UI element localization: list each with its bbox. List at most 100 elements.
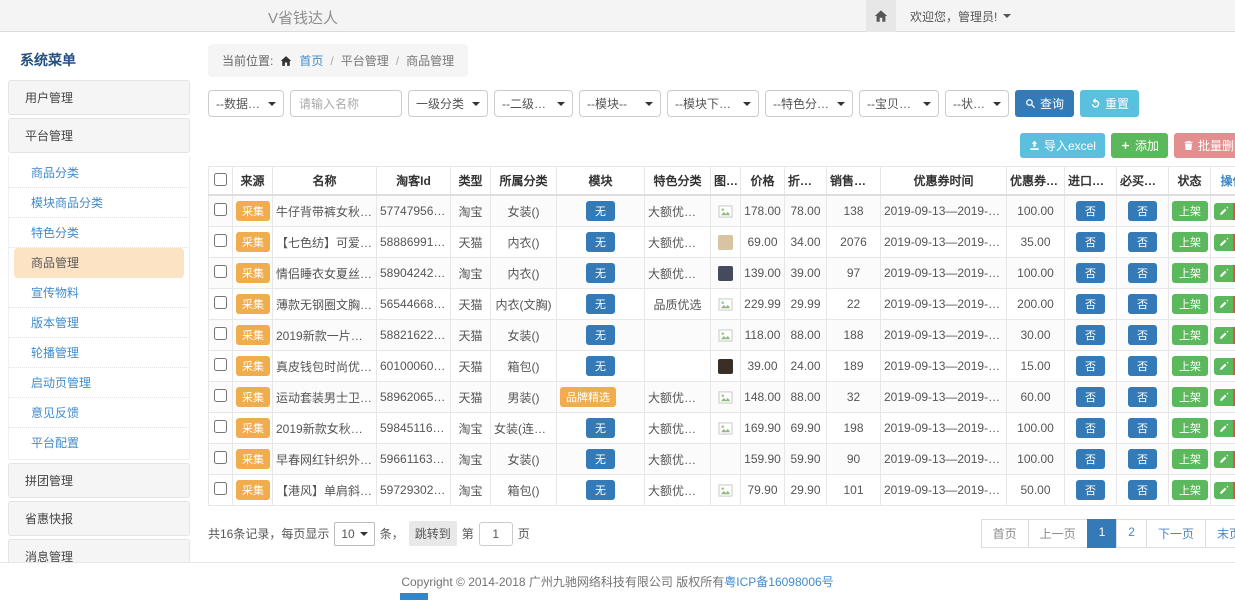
row-checkbox[interactable] — [214, 234, 227, 247]
edit-button[interactable] — [1214, 234, 1233, 251]
sidebar-subitem[interactable]: 意见反馈 — [9, 398, 189, 428]
user-menu[interactable]: 欢迎您，管理员! — [910, 8, 1011, 25]
filter-level1-select[interactable]: 一级分类 — [408, 90, 488, 117]
table-cell: 上架 — [1169, 227, 1211, 258]
filter-module-sub-select[interactable]: --模块下分类-- — [667, 90, 759, 117]
sidebar-subitem[interactable]: 启动页管理 — [9, 368, 189, 398]
import-excel-button[interactable]: 导入excel — [1020, 133, 1105, 158]
row-checkbox[interactable] — [214, 389, 227, 402]
must-buy-toggle[interactable]: 否 — [1128, 418, 1157, 438]
import-choice-toggle[interactable]: 否 — [1076, 418, 1105, 438]
batch-delete-button[interactable]: 批量删除 — [1174, 133, 1235, 158]
sidebar-subitem[interactable]: 商品管理 — [14, 248, 184, 278]
filter-item-type-select[interactable]: --宝贝类型-- — [859, 90, 939, 117]
module-cell: 无 — [557, 195, 645, 227]
must-buy-toggle[interactable]: 否 — [1128, 356, 1157, 376]
must-buy-toggle[interactable]: 否 — [1128, 480, 1157, 500]
page-button[interactable]: 下一页 — [1146, 519, 1206, 548]
reset-button[interactable]: 重置 — [1080, 90, 1139, 117]
sidebar-group-2[interactable]: 拼团管理 — [8, 463, 190, 498]
icp-link[interactable]: 粤ICP备16098006号 — [724, 573, 833, 590]
edit-button[interactable] — [1214, 482, 1233, 499]
edit-button[interactable] — [1214, 358, 1233, 375]
sidebar-subitem[interactable]: 商品分类 — [9, 158, 189, 188]
must-buy-toggle[interactable]: 否 — [1128, 294, 1157, 314]
must-buy-toggle[interactable]: 否 — [1128, 325, 1157, 345]
import-choice-toggle[interactable]: 否 — [1076, 480, 1105, 500]
status-toggle[interactable]: 上架 — [1172, 449, 1208, 469]
page-button[interactable]: 末页 — [1205, 519, 1235, 548]
must-buy-toggle[interactable]: 否 — [1128, 232, 1157, 252]
jump-to-button[interactable]: 跳转到 — [409, 521, 457, 546]
page-button[interactable]: 1 — [1087, 519, 1118, 548]
caret-down-icon — [645, 102, 653, 106]
import-choice-toggle[interactable]: 否 — [1076, 387, 1105, 407]
add-button[interactable]: 添加 — [1111, 133, 1168, 158]
edit-button[interactable] — [1214, 451, 1233, 468]
must-buy-toggle[interactable]: 否 — [1128, 263, 1157, 283]
select-all-checkbox[interactable] — [214, 173, 227, 186]
sidebar-group-1[interactable]: 平台管理 — [8, 118, 190, 153]
page-button[interactable]: 首页 — [981, 519, 1029, 548]
sidebar-group-3[interactable]: 省惠快报 — [8, 501, 190, 536]
import-choice-toggle[interactable]: 否 — [1076, 356, 1105, 376]
import-choice-toggle[interactable]: 否 — [1076, 263, 1105, 283]
per-page-select[interactable]: 10 — [334, 522, 374, 546]
table-cell: 否 — [1117, 320, 1169, 351]
sidebar-subitem[interactable]: 平台配置 — [9, 428, 189, 457]
column-header: 模块 — [557, 167, 645, 196]
filter-data-source-select[interactable]: --数据来源-- — [208, 90, 284, 117]
row-checkbox[interactable] — [214, 358, 227, 371]
row-checkbox[interactable] — [214, 327, 227, 340]
status-toggle[interactable]: 上架 — [1172, 201, 1208, 221]
sidebar-group-0[interactable]: 用户管理 — [8, 80, 190, 115]
row-checkbox[interactable] — [214, 482, 227, 495]
edit-button[interactable] — [1214, 296, 1233, 313]
row-checkbox[interactable] — [214, 420, 227, 433]
filter-status-select[interactable]: --状态-- — [945, 90, 1009, 117]
filter-module-select[interactable]: --模块-- — [579, 90, 661, 117]
sidebar-subitem[interactable]: 版本管理 — [9, 308, 189, 338]
sidebar-subitem[interactable]: 宣传物料 — [9, 278, 189, 308]
table-cell: 否 — [1065, 413, 1117, 444]
import-choice-toggle[interactable]: 否 — [1076, 232, 1105, 252]
row-checkbox[interactable] — [214, 265, 227, 278]
edit-button[interactable] — [1214, 327, 1233, 344]
page-button[interactable]: 上一页 — [1028, 519, 1088, 548]
edit-button[interactable] — [1214, 203, 1233, 220]
breadcrumb-home-link[interactable]: 首页 — [299, 52, 323, 69]
status-toggle[interactable]: 上架 — [1172, 325, 1208, 345]
edit-button[interactable] — [1214, 389, 1233, 406]
status-toggle[interactable]: 上架 — [1172, 418, 1208, 438]
status-toggle[interactable]: 上架 — [1172, 480, 1208, 500]
sidebar-group-4[interactable]: 消息管理 — [8, 539, 190, 562]
filter-feature-select[interactable]: --特色分类-- — [765, 90, 853, 117]
status-toggle[interactable]: 上架 — [1172, 232, 1208, 252]
status-toggle[interactable]: 上架 — [1172, 263, 1208, 283]
must-buy-toggle[interactable]: 否 — [1128, 387, 1157, 407]
sidebar-subitem[interactable]: 特色分类 — [9, 218, 189, 248]
row-checkbox[interactable] — [214, 203, 227, 216]
status-toggle[interactable]: 上架 — [1172, 356, 1208, 376]
must-buy-toggle[interactable]: 否 — [1128, 201, 1157, 221]
status-toggle[interactable]: 上架 — [1172, 294, 1208, 314]
edit-button[interactable] — [1214, 265, 1233, 282]
table-cell — [209, 320, 233, 351]
search-button[interactable]: 查询 — [1015, 90, 1074, 117]
row-checkbox[interactable] — [214, 451, 227, 464]
import-choice-toggle[interactable]: 否 — [1076, 449, 1105, 469]
sidebar-subitem[interactable]: 轮播管理 — [9, 338, 189, 368]
edit-button[interactable] — [1214, 420, 1233, 437]
jump-page-input[interactable] — [479, 522, 513, 546]
sidebar-subitem[interactable]: 模块商品分类 — [9, 188, 189, 218]
row-checkbox[interactable] — [214, 296, 227, 309]
must-buy-toggle[interactable]: 否 — [1128, 449, 1157, 469]
page-button[interactable]: 2 — [1116, 519, 1147, 548]
import-choice-toggle[interactable]: 否 — [1076, 294, 1105, 314]
status-toggle[interactable]: 上架 — [1172, 387, 1208, 407]
import-choice-toggle[interactable]: 否 — [1076, 325, 1105, 345]
filter-level2-select[interactable]: --二级分类-- — [494, 90, 573, 117]
home-button[interactable] — [866, 0, 896, 32]
name-search-input[interactable] — [290, 90, 402, 117]
import-choice-toggle[interactable]: 否 — [1076, 201, 1105, 221]
